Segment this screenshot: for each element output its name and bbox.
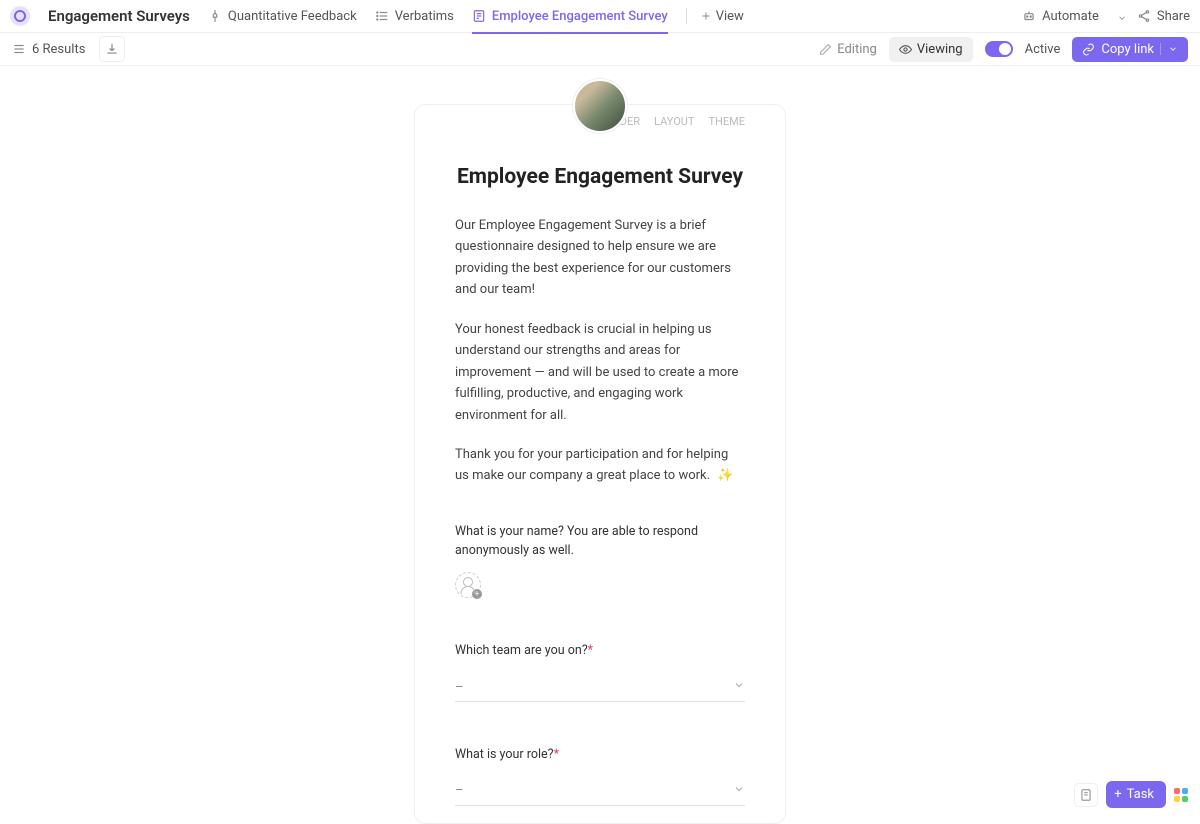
team-dropdown[interactable]: – xyxy=(455,673,745,702)
add-view-button[interactable]: View xyxy=(686,9,744,24)
top-bar: Engagement Surveys Quantitative Feedback… xyxy=(0,0,1200,33)
app-tile xyxy=(1174,788,1180,794)
add-person-button[interactable]: + xyxy=(455,572,481,598)
download-icon xyxy=(105,42,119,56)
notepad-icon xyxy=(1079,788,1093,802)
eye-icon xyxy=(899,43,912,56)
form-desc-1: Our Employee Engagement Survey is a brie… xyxy=(455,215,745,301)
form-desc-2: Your honest feedback is crucial in helpi… xyxy=(455,319,745,426)
share-label: Share xyxy=(1157,9,1190,24)
form-avatar[interactable] xyxy=(573,79,627,133)
mode-toggle: Editing Viewing xyxy=(809,37,972,62)
dropdown-placeholder: – xyxy=(455,783,464,798)
chevron-down-icon xyxy=(733,679,745,695)
question-label: What is your role?* xyxy=(455,746,745,765)
sparkle-icon: ✨ xyxy=(717,468,733,483)
copy-link-caret-icon[interactable] xyxy=(1160,43,1178,55)
workspace-logo[interactable] xyxy=(10,6,30,26)
dropdown-placeholder: – xyxy=(455,680,464,695)
question-role: What is your role?* – xyxy=(455,746,745,806)
list-icon xyxy=(12,42,26,56)
results-count-label: 6 Results xyxy=(32,42,85,57)
question-name: What is your name? You are able to respo… xyxy=(455,523,745,599)
form-canvas: HEADER LAYOUT THEME Employee Engagement … xyxy=(0,66,1200,824)
toolbar: 6 Results Editing Viewing Active Copy li… xyxy=(0,33,1200,66)
tab-employee-engagement-survey[interactable]: Employee Engagement Survey xyxy=(472,1,668,34)
add-view-label: View xyxy=(716,9,744,24)
pin-icon xyxy=(208,9,222,23)
tab-quantitative-feedback[interactable]: Quantitative Feedback xyxy=(208,1,357,32)
active-toggle[interactable] xyxy=(985,41,1013,57)
automate-button[interactable]: Automate xyxy=(1014,5,1107,28)
pencil-icon xyxy=(819,43,832,56)
plus-icon: + xyxy=(472,589,482,599)
app-tile xyxy=(1182,788,1188,794)
tab-label: Employee Engagement Survey xyxy=(492,9,668,24)
copy-link-button[interactable]: Copy link xyxy=(1072,37,1188,62)
question-label: Which team are you on?* xyxy=(455,642,745,661)
plus-icon: + xyxy=(1114,787,1121,802)
top-bar-right: Automate Share xyxy=(1014,5,1190,28)
mode-viewing-label: Viewing xyxy=(917,42,963,57)
form-desc-3: Thank you for your participation and for… xyxy=(455,444,745,487)
toolbar-left: 6 Results xyxy=(12,36,125,62)
workspace-title: Engagement Surveys xyxy=(48,7,190,25)
robot-icon xyxy=(1022,9,1036,23)
link-icon xyxy=(1082,43,1095,56)
form-title: Employee Engagement Survey xyxy=(455,165,745,189)
workspace-logo-inner xyxy=(14,10,26,22)
share-icon xyxy=(1137,9,1151,23)
mode-viewing[interactable]: Viewing xyxy=(889,37,973,62)
new-task-button[interactable]: + Task xyxy=(1106,781,1166,808)
question-label-text: What is your role? xyxy=(455,747,554,762)
question-label-text: Which team are you on? xyxy=(455,643,588,658)
apps-button[interactable] xyxy=(1174,788,1188,802)
app-tile xyxy=(1182,796,1188,802)
form-icon xyxy=(472,9,486,23)
share-button[interactable]: Share xyxy=(1137,9,1190,24)
tab-verbatims[interactable]: Verbatims xyxy=(375,1,454,32)
question-team: Which team are you on?* – xyxy=(455,642,745,702)
toggle-knob xyxy=(999,43,1011,55)
question-label: What is your name? You are able to respo… xyxy=(455,523,745,561)
app-tile xyxy=(1174,796,1180,802)
notepad-button[interactable] xyxy=(1074,783,1098,807)
automate-label: Automate xyxy=(1042,9,1099,24)
trim-theme[interactable]: THEME xyxy=(708,115,745,128)
automate-caret-icon[interactable] xyxy=(1117,11,1127,21)
copy-link-label: Copy link xyxy=(1101,42,1154,57)
required-star: * xyxy=(554,747,559,762)
role-dropdown[interactable]: – xyxy=(455,777,745,806)
top-bar-left: Engagement Surveys Quantitative Feedback… xyxy=(10,1,744,32)
list-icon xyxy=(375,9,389,23)
mode-editing[interactable]: Editing xyxy=(809,37,887,62)
active-label: Active xyxy=(1025,42,1061,57)
fab-row: + Task xyxy=(1074,781,1188,808)
task-label: Task xyxy=(1127,787,1154,802)
tab-label: Quantitative Feedback xyxy=(228,9,357,24)
chevron-down-icon xyxy=(733,783,745,799)
trim-layout[interactable]: LAYOUT xyxy=(654,115,694,128)
form-desc-3-text: Thank you for your participation and for… xyxy=(455,447,728,483)
form-card: HEADER LAYOUT THEME Employee Engagement … xyxy=(414,104,786,824)
toolbar-right: Editing Viewing Active Copy link xyxy=(809,37,1188,62)
mode-editing-label: Editing xyxy=(837,42,877,57)
download-button[interactable] xyxy=(99,36,125,62)
tab-label: Verbatims xyxy=(395,9,454,24)
results-button[interactable]: 6 Results xyxy=(12,42,85,57)
required-star: * xyxy=(588,643,593,658)
